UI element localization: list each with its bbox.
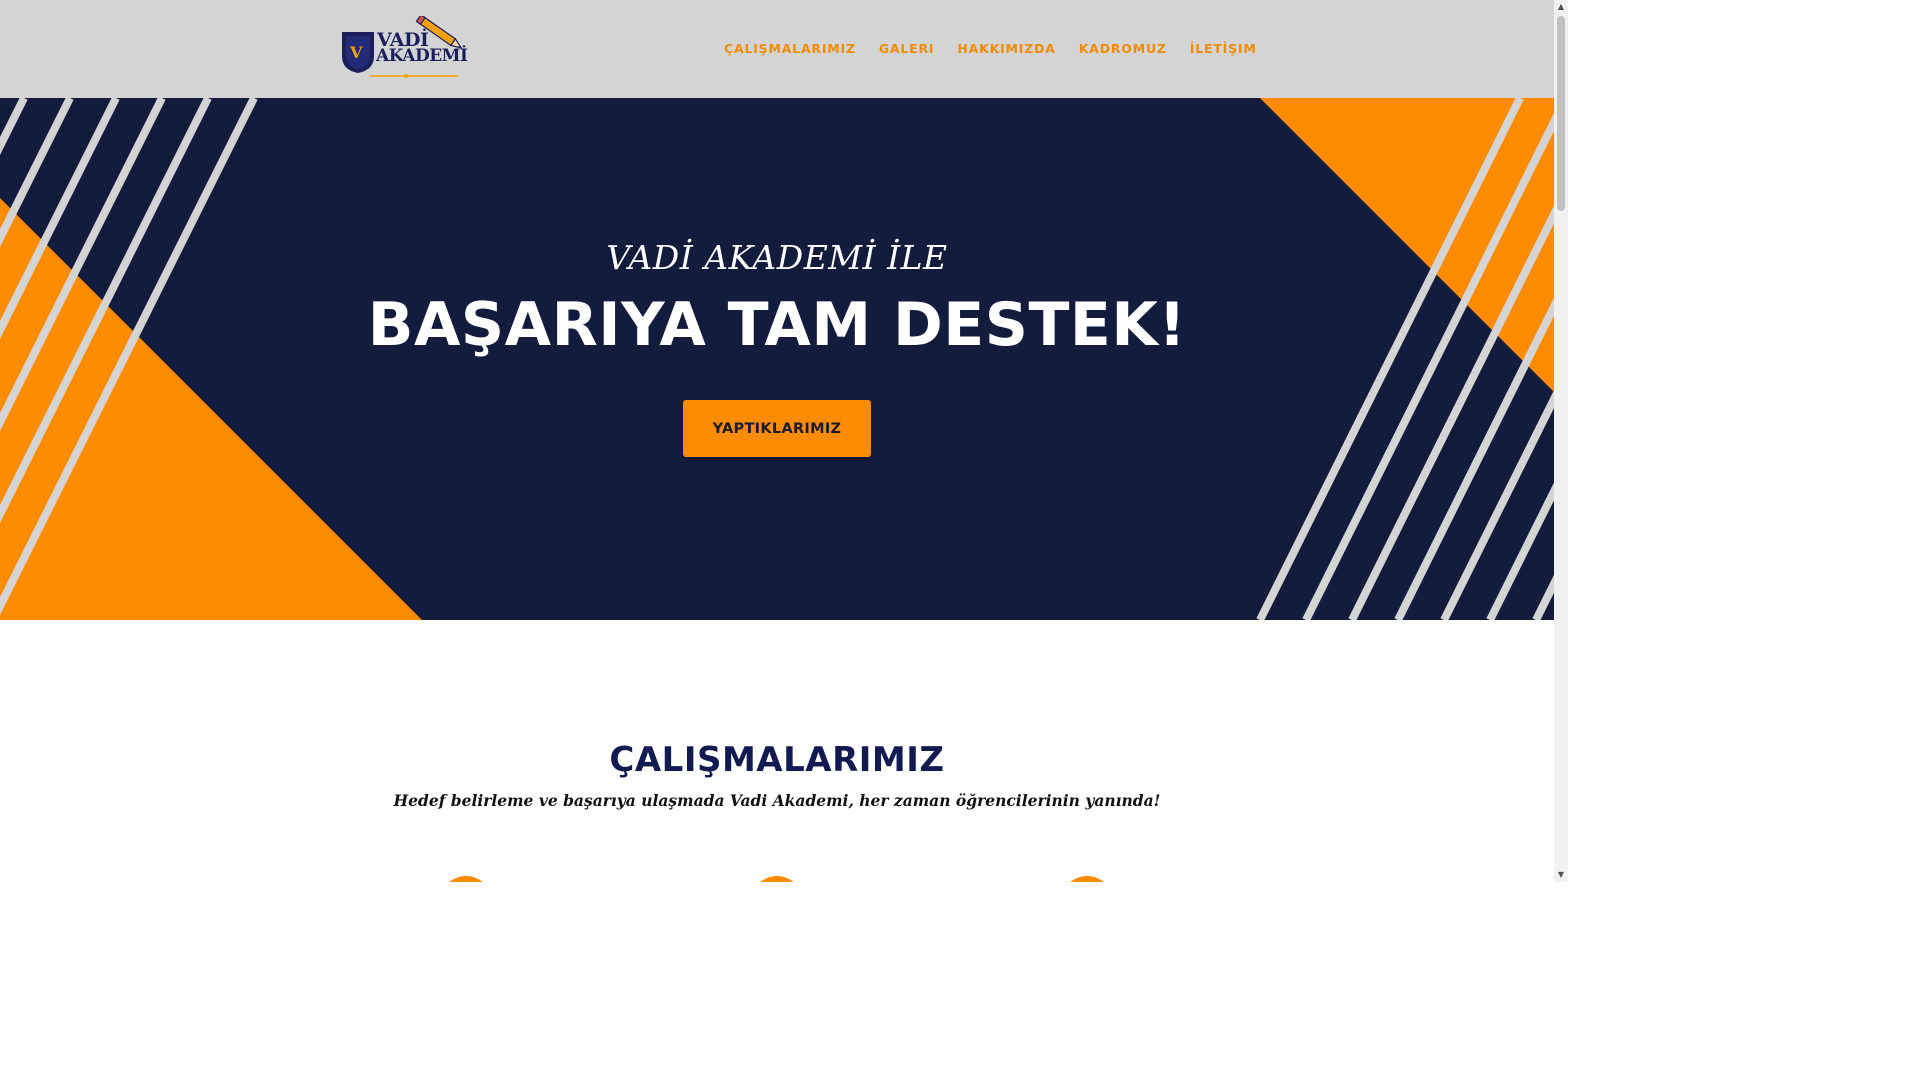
vertical-scrollbar[interactable]: ▲ ▼ [1554,0,1568,882]
feature-icon-circle-1 [440,876,492,882]
feature-icon-circle-2 [751,876,803,882]
hero-title: BAŞARIYA TAM DESTEK! [367,290,1187,360]
logo-text-line2: AKADEMİ [376,46,468,66]
chevron-up-icon[interactable]: ▲ [1554,0,1568,14]
nav-item-galeri[interactable]: GALERI [879,41,935,56]
chevron-down-icon[interactable]: ▼ [1554,868,1568,882]
scrollbar-thumb[interactable] [1557,16,1565,211]
section-subtitle: Hedef belirleme ve başarıya ulaşmada Vad… [393,791,1161,810]
logo[interactable]: V VADİ AKADEMİ [340,16,474,80]
hero-kicker: VADİ AKADEMİ İLE [606,238,948,277]
hero-banner: VADİ AKADEMİ İLE BAŞARIYA TAM DESTEK! YA… [0,98,1554,620]
main-nav: ÇALIŞMALARIMIZ GALERI HAKKIMIZDA KADROMU… [724,41,1280,56]
nav-item-iletisim[interactable]: İLETİŞIM [1190,41,1257,56]
nav-item-kadromuz[interactable]: KADROMUZ [1079,41,1167,56]
nav-item-calismalarimiz[interactable]: ÇALIŞMALARIMIZ [724,41,856,56]
yaptiklarimiz-button[interactable]: YAPTIKLARIMIZ [683,400,871,457]
section-title: ÇALIŞMALARIMIZ [609,740,945,780]
logo-shield-letter: V [350,43,363,62]
site-header: V VADİ AKADEMİ ÇALIŞMALARIMIZ GALERI HAK… [0,0,1554,98]
nav-item-hakkimizda[interactable]: HAKKIMIZDA [957,41,1055,56]
page: V VADİ AKADEMİ ÇALIŞMALARIMIZ GALERI HAK… [0,0,1568,882]
feature-icon-circle-3 [1061,876,1113,882]
